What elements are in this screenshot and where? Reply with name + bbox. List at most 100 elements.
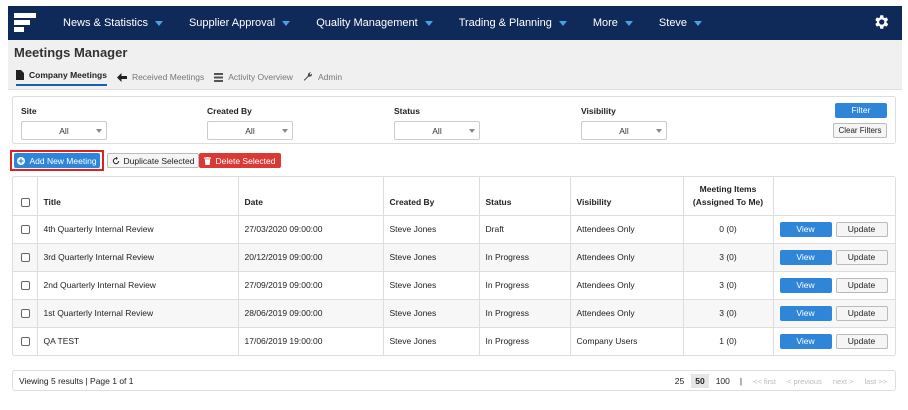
view-button[interactable]: View	[779, 305, 832, 321]
cell-visibility: Attendees Only	[570, 299, 684, 328]
row-checkbox[interactable]	[21, 337, 30, 347]
column-header-status[interactable]: Status	[479, 177, 571, 216]
row-select-cell	[13, 299, 38, 328]
cell-title: 2nd Quarterly Internal Review	[37, 271, 239, 300]
cell-created-by: Steve Jones	[383, 327, 480, 355]
header-line: Meeting Items	[699, 183, 757, 194]
row-checkbox[interactable]	[21, 309, 30, 319]
cell-actions: View Update	[773, 215, 895, 244]
update-button[interactable]: Update	[835, 333, 888, 349]
nav-news-statistics[interactable]: News & Statistics	[63, 17, 163, 29]
tab-received-meetings[interactable]: Received Meetings	[116, 68, 205, 86]
cell-meeting-items: 3 (0)	[683, 299, 774, 328]
cell-status: Draft	[479, 215, 571, 244]
column-header-created-by[interactable]: Created By	[383, 177, 480, 216]
cell-title: 1st Quarterly Internal Review	[37, 299, 239, 328]
table-row: 2nd Quarterly Internal Review 27/09/2019…	[13, 271, 895, 300]
cell-date: 27/03/2020 09:00:00	[238, 215, 384, 244]
cell-actions: View Update	[773, 243, 895, 272]
delete-selected-button[interactable]: Delete Selected	[199, 153, 281, 168]
column-header-meeting-items[interactable]: Meeting Items (Assigned To Me)	[683, 177, 774, 216]
visibility-select[interactable]: All	[581, 121, 667, 140]
chevron-down-icon	[282, 129, 288, 133]
page-size-100[interactable]: 100	[712, 374, 734, 388]
nav-quality-management[interactable]: Quality Management	[316, 17, 433, 29]
column-header-date[interactable]: Date	[238, 177, 384, 216]
meetings-table: Title Date Created By Status Visibility …	[12, 176, 896, 356]
filter-panel: Site All Created By All Status All Visib…	[12, 96, 896, 144]
tab-label: Activity Overview	[228, 72, 293, 82]
update-button[interactable]: Update	[835, 277, 888, 293]
row-select-cell	[13, 215, 38, 244]
tab-label: Admin	[317, 72, 343, 82]
tab-label: Company Meetings	[29, 70, 107, 80]
logo-icon[interactable]	[14, 11, 36, 35]
filter-label-created-by: Created By	[207, 106, 252, 116]
row-checkbox[interactable]	[21, 253, 30, 263]
update-button[interactable]: Update	[835, 305, 888, 321]
cell-date: 27/09/2019 09:00:00	[238, 271, 384, 300]
cell-meeting-items: 3 (0)	[683, 243, 774, 272]
row-checkbox[interactable]	[21, 281, 30, 291]
cell-meeting-items: 1 (0)	[683, 327, 774, 355]
view-button[interactable]: View	[779, 277, 832, 293]
clear-filters-button[interactable]: Clear Filters	[833, 123, 887, 138]
last-page-link[interactable]: last >>	[860, 375, 891, 388]
cell-title: 3rd Quarterly Internal Review	[37, 243, 239, 272]
cell-created-by: Steve Jones	[383, 271, 480, 300]
filter-label-status: Status	[394, 106, 420, 116]
update-button[interactable]: Update	[835, 221, 888, 237]
tab-admin[interactable]: Admin	[303, 68, 342, 86]
plus-circle-icon	[17, 156, 26, 165]
gear-icon[interactable]	[872, 13, 890, 31]
filter-button[interactable]: Filter	[835, 103, 887, 118]
column-header-visibility[interactable]: Visibility	[570, 177, 684, 216]
table-row: QA TEST 17/06/2019 19:00:00 Steve Jones …	[13, 327, 895, 355]
select-all-checkbox[interactable]	[21, 197, 30, 207]
cell-created-by: Steve Jones	[383, 243, 480, 272]
previous-page-link[interactable]: < previous	[783, 375, 826, 388]
view-button[interactable]: View	[779, 221, 832, 237]
trash-icon	[204, 156, 212, 165]
status-select[interactable]: All	[394, 121, 480, 140]
cell-meeting-items: 0 (0)	[683, 215, 774, 244]
update-button[interactable]: Update	[835, 249, 888, 265]
site-select[interactable]: All	[21, 121, 107, 140]
tab-label: Received Meetings	[131, 72, 205, 82]
cell-meeting-items: 3 (0)	[683, 271, 774, 300]
cell-status: In Progress	[479, 299, 571, 328]
tab-activity-overview[interactable]: Activity Overview	[214, 68, 293, 86]
tab-company-meetings[interactable]: Company Meetings	[16, 68, 107, 86]
nav-label: News & Statistics	[63, 17, 148, 29]
arrow-left-icon	[116, 72, 127, 82]
caret-down-icon	[282, 20, 291, 26]
nav-label: Supplier Approval	[188, 17, 276, 29]
nav-trading-planning[interactable]: Trading & Planning	[459, 17, 567, 29]
table-row: 4th Quarterly Internal Review 27/03/2020…	[13, 215, 895, 244]
cell-title: QA TEST	[37, 327, 239, 355]
page-header: Meetings Manager Company Meetings Receiv…	[8, 40, 902, 90]
select-value: All	[245, 125, 255, 136]
column-header-title[interactable]: Title	[37, 177, 239, 216]
add-new-meeting-button[interactable]: Add New Meeting	[14, 153, 100, 168]
cell-actions: View Update	[773, 299, 895, 328]
page-size-25[interactable]: 25	[671, 374, 688, 388]
nav-label: Quality Management	[316, 17, 418, 29]
nav-user-steve[interactable]: Steve	[659, 17, 703, 29]
button-label: Delete Selected	[215, 155, 276, 166]
row-select-cell	[13, 243, 38, 272]
page-size-50[interactable]: 50	[691, 374, 709, 388]
results-summary: Viewing 5 results | Page 1 of 1	[19, 376, 134, 386]
duplicate-selected-button[interactable]: Duplicate Selected	[107, 153, 199, 168]
nav-more[interactable]: More	[593, 17, 633, 29]
view-button[interactable]: View	[779, 333, 832, 349]
row-checkbox[interactable]	[21, 225, 30, 235]
nav-supplier-approval[interactable]: Supplier Approval	[188, 17, 291, 29]
next-page-link[interactable]: next >	[829, 375, 858, 388]
column-header-actions	[773, 177, 895, 216]
view-button[interactable]: View	[779, 249, 832, 265]
created-by-select[interactable]: All	[207, 121, 293, 140]
chevron-down-icon	[96, 129, 102, 133]
table-row: 1st Quarterly Internal Review 28/06/2019…	[13, 299, 895, 328]
first-page-link[interactable]: << first	[749, 375, 780, 388]
